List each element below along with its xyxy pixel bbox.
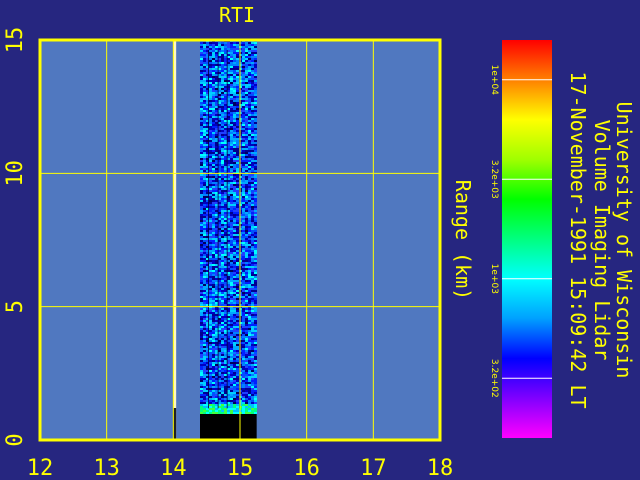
y-tick-label: 15 <box>3 27 28 54</box>
colorbar-tick-label: 3.2e+02 <box>489 359 499 398</box>
x-tick-label: 16 <box>293 456 320 480</box>
y-tick-label: 0 <box>3 433 28 446</box>
x-axis-ticks: 12 13 14 15 16 17 18 <box>27 456 454 480</box>
y-axis-label: Range (km) <box>451 180 475 300</box>
y-tick-label: 10 <box>3 160 28 187</box>
rti-chart: RTI 12 13 14 15 16 17 18 0 5 10 15 Range (km) 1e+… <box>3 3 636 480</box>
x-tick-label: 18 <box>427 456 454 480</box>
colorbar-tick-label: 3.2e+03 <box>489 160 499 199</box>
y-axis-ticks: 0 5 10 15 <box>3 27 28 447</box>
x-tick-label: 15 <box>227 456 254 480</box>
x-tick-label: 12 <box>27 456 54 480</box>
x-tick-label: 13 <box>93 456 120 480</box>
y-tick-label: 5 <box>3 300 28 313</box>
x-tick-label: 14 <box>160 456 187 480</box>
chart-root: RTI 12 13 14 15 16 17 18 0 5 10 15 Range (km) 1e+… <box>0 0 640 480</box>
x-tick-label: 17 <box>360 456 387 480</box>
colorbar-tick-label: 1e+03 <box>489 264 499 294</box>
info-instrument: Volume Imaging Lidar <box>590 120 614 361</box>
info-timestamp: 17-November-1991 15:09:42 LT <box>566 71 590 408</box>
chart-title: RTI <box>219 3 255 27</box>
no-data-block <box>200 413 257 440</box>
colorbar-tick-label: 1e+04 <box>489 65 499 96</box>
info-institution: University of Wisconsin <box>612 102 636 379</box>
